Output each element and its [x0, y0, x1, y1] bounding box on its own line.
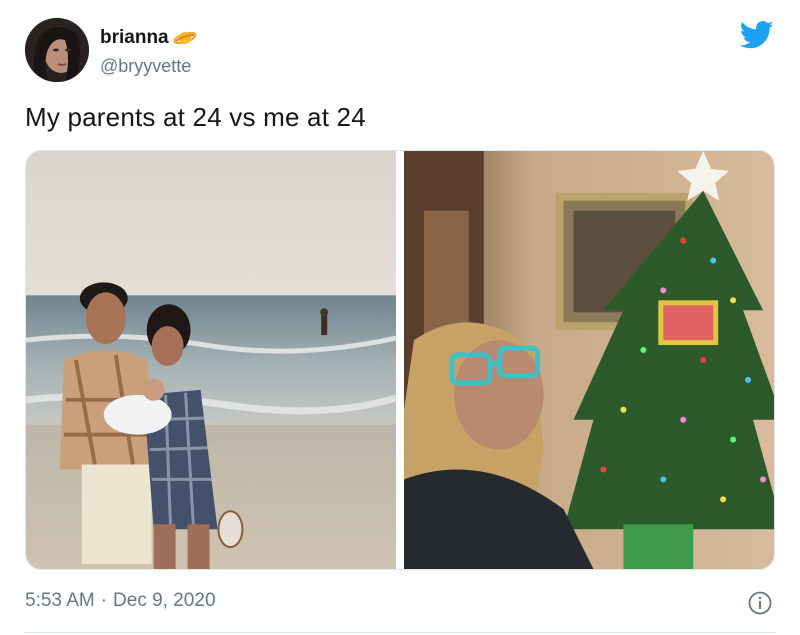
planet-emoji-icon — [173, 31, 197, 45]
photo-parents-beach[interactable] — [26, 151, 396, 569]
twitter-bird-icon[interactable] — [740, 20, 774, 50]
avatar[interactable] — [25, 18, 89, 82]
info-icon[interactable] — [748, 591, 772, 615]
display-name[interactable]: brianna — [100, 27, 169, 49]
media-grid — [25, 150, 775, 570]
tweet-text: My parents at 24 vs me at 24 — [25, 102, 366, 132]
christmas-photo-image — [404, 151, 774, 569]
avatar-image — [25, 18, 89, 82]
name-row: brianna — [100, 27, 197, 49]
divider — [25, 632, 775, 633]
tweet-time[interactable]: 5:53 AM — [25, 590, 95, 612]
tweet-date[interactable]: Dec 9, 2020 — [113, 590, 215, 612]
beach-photo-image — [26, 151, 396, 569]
user-handle[interactable]: @bryyvette — [100, 56, 191, 77]
tweet-meta: 5:53 AM · Dec 9, 2020 — [25, 590, 216, 612]
meta-separator: · — [100, 590, 108, 611]
photo-christmas-tree[interactable] — [404, 151, 774, 569]
tweet-card: brianna @bryyvette My parents at 24 vs m… — [0, 0, 800, 635]
